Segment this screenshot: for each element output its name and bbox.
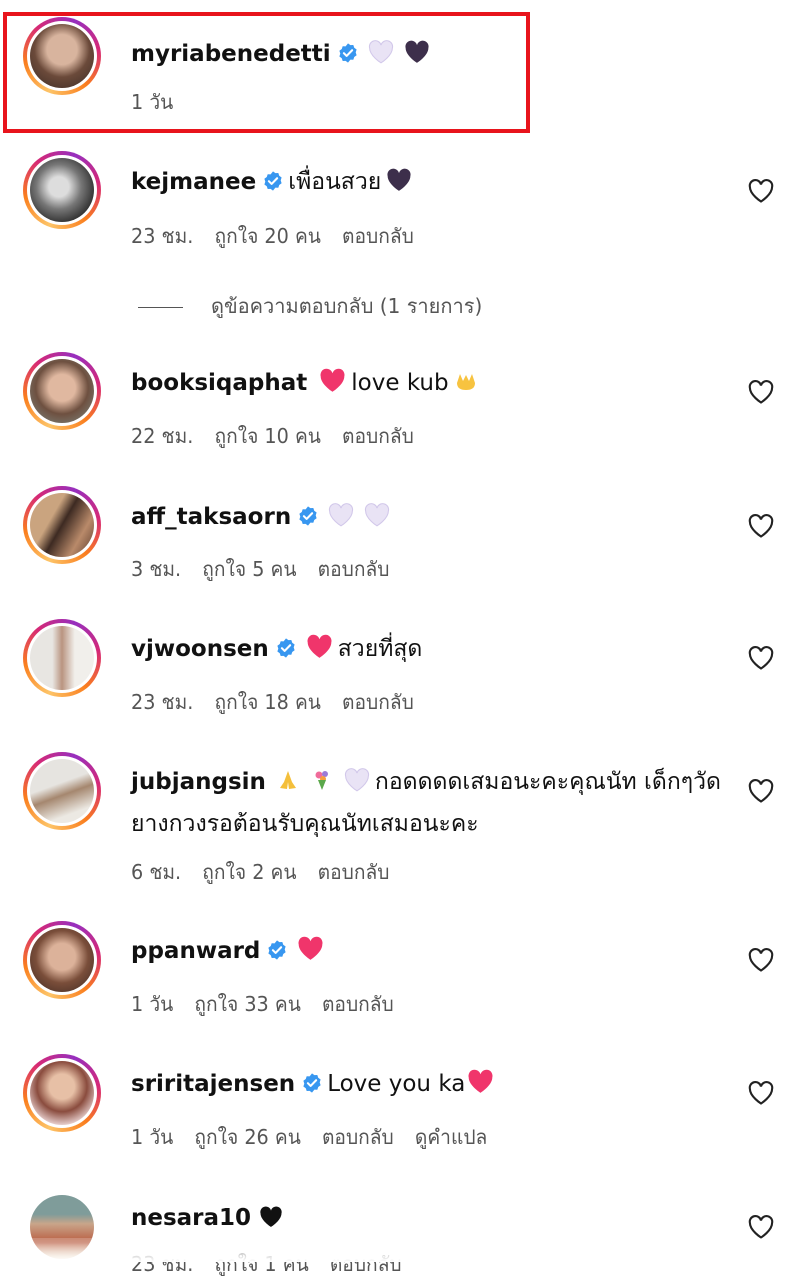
comment-line: myriabenedetti xyxy=(131,38,435,73)
timestamp: 22 ชม. xyxy=(131,424,194,448)
comment-text: สวยที่สุด xyxy=(337,636,423,662)
pink-heart-emoji-icon xyxy=(467,1069,494,1103)
comment-text: Love you ka xyxy=(327,1071,466,1097)
avatar[interactable] xyxy=(23,352,101,430)
comment-line: vjwoonsen สวยที่สุด xyxy=(131,633,422,668)
raised-hands-emoji-icon xyxy=(454,369,478,402)
likes-count[interactable]: ถูกใจ 26 คน xyxy=(194,1125,300,1149)
comment-line: sriritajensen Love you ka xyxy=(131,1068,499,1103)
timestamp: 1 วัน xyxy=(131,1125,174,1149)
username[interactable]: myriabenedetti xyxy=(131,41,331,67)
reply-button[interactable]: ตอบกลับ xyxy=(318,557,390,581)
verified-badge-icon xyxy=(262,169,284,201)
username[interactable]: aff_taksaorn xyxy=(131,504,291,530)
comment-meta: 22 ชม. ถูกใจ 10 คน ตอบกลับ xyxy=(131,420,435,452)
reply-button[interactable]: ตอบกลับ xyxy=(342,224,414,248)
white-heart-emoji-icon xyxy=(328,503,354,536)
avatar[interactable] xyxy=(23,151,101,229)
avatar[interactable] xyxy=(23,17,101,95)
username[interactable]: ppanward xyxy=(131,938,260,964)
likes-count[interactable]: ถูกใจ 10 คน xyxy=(214,424,320,448)
username[interactable]: vjwoonsen xyxy=(131,636,269,662)
timestamp: 1 วัน xyxy=(131,992,174,1016)
likes-count[interactable]: ถูกใจ 2 คน xyxy=(202,860,296,884)
black-heart-emoji-icon xyxy=(386,168,412,201)
view-replies-label: ดูข้อความตอบกลับ (1 รายการ) xyxy=(211,294,483,318)
folded-hands-emoji-icon xyxy=(276,766,300,805)
comment-text: เพื่อนสวย xyxy=(288,169,382,195)
comment-line: jubjangsin กอดดดดเสมอนะคะคุณนัท เด็กๆวัดย… xyxy=(131,763,731,844)
verified-badge-icon xyxy=(337,41,359,73)
heart-like-icon[interactable] xyxy=(747,947,775,973)
reply-button[interactable]: ตอบกลับ xyxy=(342,690,414,714)
comment-line: ppanward xyxy=(131,935,329,970)
avatar[interactable] xyxy=(23,619,101,697)
reply-button[interactable]: ตอบกลับ xyxy=(322,1125,394,1149)
verified-badge-icon xyxy=(297,504,319,536)
comment-line: booksiqaphat love kub xyxy=(131,367,483,402)
username[interactable]: nesara10 xyxy=(131,1205,251,1231)
pink-heart-emoji-icon xyxy=(319,368,346,402)
likes-count[interactable]: ถูกใจ 33 คน xyxy=(194,992,300,1016)
comment-meta: 1 วัน ถูกใจ 26 คน ตอบกลับ ดูคำแปล xyxy=(131,1121,508,1153)
comment-line: kejmanee เพื่อนสวย xyxy=(131,166,417,201)
bouquet-emoji-icon xyxy=(310,766,334,805)
bottom-fade xyxy=(0,1238,800,1262)
username[interactable]: kejmanee xyxy=(131,169,256,195)
likes-count[interactable]: ถูกใจ 18 คน xyxy=(214,690,320,714)
comment-meta: 23 ชม. ถูกใจ 18 คน ตอบกลับ xyxy=(131,686,435,718)
avatar[interactable] xyxy=(23,486,101,564)
avatar[interactable] xyxy=(23,921,101,999)
reply-button[interactable]: ตอบกลับ xyxy=(318,860,390,884)
timestamp: 23 ชม. xyxy=(131,224,194,248)
comment-meta: 1 วัน ถูกใจ 33 คน ตอบกลับ xyxy=(131,988,415,1020)
pink-heart-emoji-icon xyxy=(306,634,333,668)
likes-count[interactable]: ถูกใจ 5 คน xyxy=(202,557,296,581)
verified-badge-icon xyxy=(266,938,288,970)
black-heart-emoji-icon xyxy=(404,40,430,73)
likes-count[interactable]: ถูกใจ 20 คน xyxy=(214,224,320,248)
username[interactable]: booksiqaphat xyxy=(131,370,307,396)
heart-like-icon[interactable] xyxy=(747,1214,775,1240)
heart-like-icon[interactable] xyxy=(747,178,775,204)
white-heart-emoji-icon xyxy=(364,503,390,536)
verified-badge-icon xyxy=(275,636,297,668)
avatar[interactable] xyxy=(23,1054,101,1132)
comment-line: aff_taksaorn xyxy=(131,501,395,536)
username[interactable]: sriritajensen xyxy=(131,1071,295,1097)
comment-text: love kub xyxy=(351,370,449,396)
white-heart-emoji-icon xyxy=(368,40,394,73)
timestamp: 6 ชม. xyxy=(131,860,182,884)
comment-line: nesara10 xyxy=(131,1202,288,1237)
timestamp: 1 วัน xyxy=(131,90,174,114)
comment-meta: 23 ชม. ถูกใจ 20 คน ตอบกลับ xyxy=(131,220,435,252)
heart-like-icon[interactable] xyxy=(747,379,775,405)
comment-meta: 3 ชม. ถูกใจ 5 คน ตอบกลับ xyxy=(131,553,411,585)
pink-heart-emoji-icon xyxy=(297,936,324,970)
black-heart-emoji-icon xyxy=(259,1205,283,1237)
username[interactable]: jubjangsin xyxy=(131,769,266,795)
comment-meta: 6 ชม. ถูกใจ 2 คน ตอบกลับ xyxy=(131,856,411,888)
comment-meta: 1 วัน xyxy=(131,86,194,118)
replies-divider xyxy=(138,307,183,308)
reply-button[interactable]: ตอบกลับ xyxy=(322,992,394,1016)
heart-like-icon[interactable] xyxy=(747,645,775,671)
heart-like-icon[interactable] xyxy=(747,778,775,804)
timestamp: 23 ชม. xyxy=(131,690,194,714)
heart-like-icon[interactable] xyxy=(747,1080,775,1106)
reply-button[interactable]: ตอบกลับ xyxy=(342,424,414,448)
see-translation-button[interactable]: ดูคำแปล xyxy=(415,1125,487,1149)
view-replies-button[interactable]: ดูข้อความตอบกลับ (1 รายการ) xyxy=(138,290,482,322)
verified-badge-icon xyxy=(301,1071,323,1103)
timestamp: 3 ชม. xyxy=(131,557,182,581)
heart-like-icon[interactable] xyxy=(747,513,775,539)
white-heart-emoji-icon xyxy=(344,766,370,805)
avatar[interactable] xyxy=(23,752,101,830)
